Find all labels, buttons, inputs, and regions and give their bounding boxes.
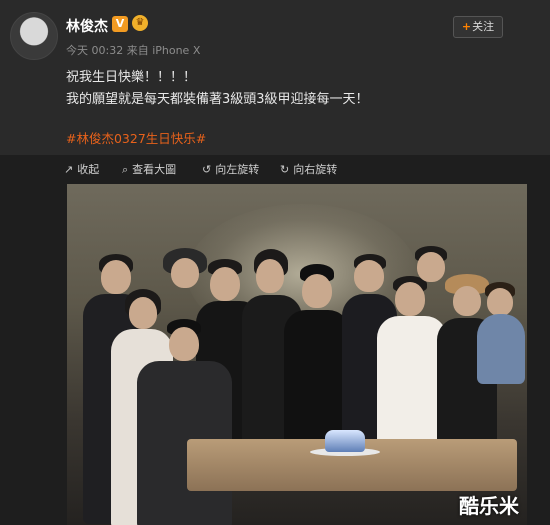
collapse-icon: ↗ <box>64 163 74 176</box>
rotate-right-label: 向右旋转 <box>293 163 338 176</box>
birthday-cake <box>325 430 365 452</box>
post-header: 林俊杰 V ♛ 今天 00:32 来自 iPhone X +关注 祝我生日快樂！… <box>0 0 550 155</box>
avatar[interactable] <box>10 12 58 60</box>
person <box>137 319 232 525</box>
post-meta: 今天 00:32 来自 iPhone X <box>66 44 201 57</box>
collapse-label: 收起 <box>77 163 100 176</box>
view-large-label: 查看大圖 <box>132 163 177 176</box>
crown-badge-icon: ♛ <box>132 15 148 31</box>
person <box>475 282 527 402</box>
rotate-right-button[interactable]: ↻ 向右旋转 <box>280 160 337 180</box>
collapse-button[interactable]: ↗ 收起 <box>64 160 99 180</box>
post-text-line-1: 祝我生日快樂！！！！ <box>66 70 197 85</box>
rotate-left-button[interactable]: ↺ 向左旋转 <box>202 160 259 180</box>
follow-label: 关注 <box>472 20 495 33</box>
rotate-left-label: 向左旋转 <box>215 163 260 176</box>
watermark: 酷乐米 <box>459 494 519 518</box>
plus-icon: + <box>461 20 472 33</box>
post-photo[interactable]: 酷乐米 <box>67 184 527 525</box>
rotate-left-icon: ↺ <box>202 163 212 176</box>
hashtag-link[interactable]: #林俊杰0327生日快乐# <box>66 128 206 147</box>
rotate-right-icon: ↻ <box>280 163 290 176</box>
post-text-line-2: 我的願望就是每天都裝備著3級頭3級甲迎接每一天！ <box>66 92 369 107</box>
author-name[interactable]: 林俊杰 <box>66 16 108 36</box>
verified-badge-icon: V <box>112 16 128 32</box>
view-large-button[interactable]: ⌕ 查看大圖 <box>122 160 176 180</box>
follow-button[interactable]: +关注 <box>453 16 503 38</box>
search-icon: ⌕ <box>122 163 129 176</box>
